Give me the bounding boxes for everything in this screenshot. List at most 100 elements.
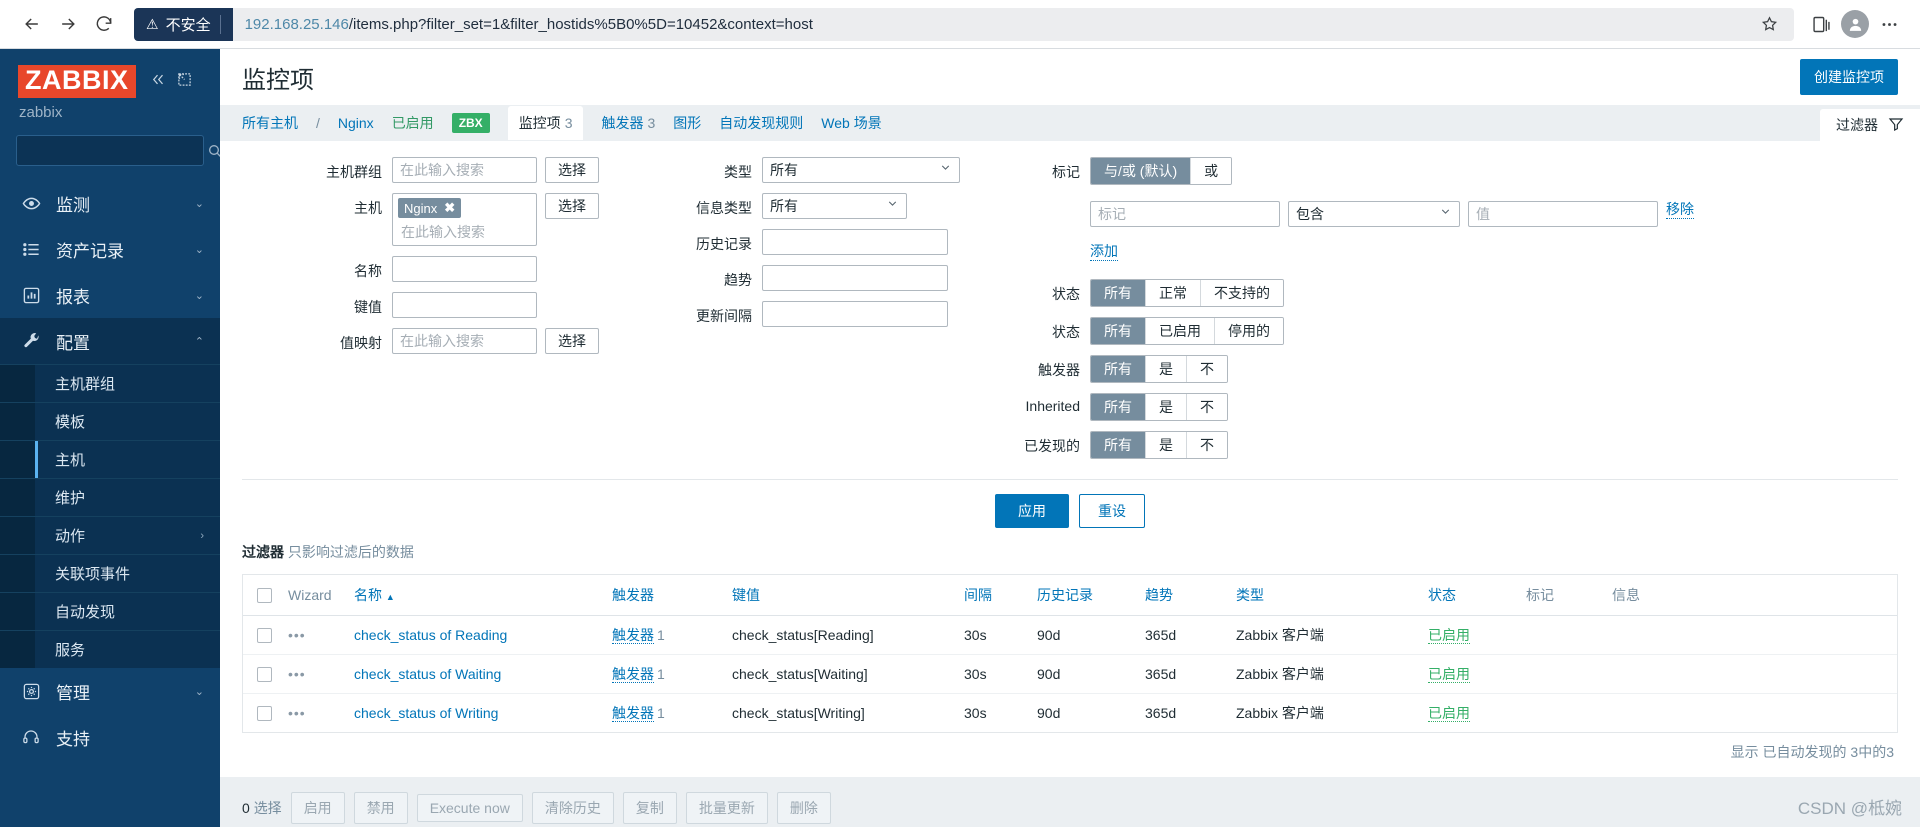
inherited-option-no[interactable]: 不 (1186, 393, 1227, 420)
tab-items[interactable]: 监控项 3 (507, 106, 584, 140)
disable-button[interactable]: 禁用 (353, 792, 408, 824)
host-status-enabled[interactable]: 已启用 (392, 113, 434, 133)
tag-value-input[interactable] (1468, 201, 1658, 227)
state-option-normal[interactable]: 正常 (1145, 279, 1200, 306)
filter-tab[interactable]: 过滤器 (1820, 109, 1920, 141)
sidebar-item-services[interactable]: 服务 (0, 630, 220, 668)
trends-input[interactable] (762, 265, 948, 291)
sidebar-item-discovery[interactable]: 自动发现 (0, 592, 220, 630)
close-icon[interactable]: ✖ (444, 200, 455, 216)
sidebar-item-templates[interactable]: 模板 (0, 402, 220, 440)
inherited-option-yes[interactable]: 是 (1145, 393, 1186, 420)
chevron-double-left-icon[interactable] (149, 72, 166, 92)
valuemap-input[interactable] (392, 328, 537, 354)
more-options-button[interactable] (1872, 7, 1906, 41)
zabbix-logo[interactable]: ZABBIX (18, 65, 136, 98)
header-history[interactable]: 历史记录 (1029, 574, 1137, 616)
forward-button[interactable] (50, 6, 86, 42)
sidebar-item-correlation[interactable]: 关联项事件 (0, 554, 220, 592)
item-triggers-link[interactable]: 触发器 (612, 704, 654, 722)
reset-button[interactable]: 重设 (1079, 493, 1145, 528)
clear-history-button[interactable]: 清除历史 (531, 792, 614, 824)
triggers-option-all[interactable]: 所有 (1091, 355, 1145, 382)
header-trends[interactable]: 趋势 (1137, 574, 1228, 616)
wizard-dots-button[interactable]: ••• (288, 705, 306, 721)
copy-button[interactable]: 复制 (622, 792, 677, 824)
header-interval[interactable]: 间隔 (956, 574, 1029, 616)
discovered-option-yes[interactable]: 是 (1145, 431, 1186, 458)
valuemap-select-button[interactable]: 选择 (545, 328, 599, 354)
sidebar-item-reports[interactable]: 报表 ⌄ (0, 272, 220, 318)
sidebar-item-inventory[interactable]: 资产记录 ⌄ (0, 226, 220, 272)
name-input[interactable] (392, 256, 537, 282)
item-name-link[interactable]: check_status of Waiting (354, 666, 501, 682)
expand-icon[interactable] (177, 72, 192, 92)
tag-add-link[interactable]: 添加 (1090, 243, 1118, 261)
tab-triggers[interactable]: 触发器 3 (601, 113, 655, 133)
bookmark-button[interactable] (1752, 8, 1786, 41)
update-interval-input[interactable] (762, 301, 948, 327)
tab-discovery-rules[interactable]: 自动发现规则 (719, 113, 803, 133)
host-groups-input[interactable] (392, 157, 537, 183)
address-bar[interactable]: ⚠ 不安全 192.168.25.146/items.php?filter_se… (134, 7, 1794, 41)
state-option-all[interactable]: 所有 (1091, 279, 1145, 306)
discovered-option-all[interactable]: 所有 (1091, 431, 1145, 458)
status-badge[interactable]: 已启用 (1428, 704, 1470, 722)
breadcrumb-host-name[interactable]: Nginx (338, 115, 374, 131)
type-select[interactable]: 所有 (762, 157, 960, 183)
enable-button[interactable]: 启用 (290, 792, 345, 824)
execute-now-button[interactable]: Execute now (416, 794, 523, 822)
info-type-select[interactable]: 所有 (762, 193, 907, 219)
status-badge[interactable]: 已启用 (1428, 626, 1470, 644)
sidebar-item-configuration[interactable]: 配置 ⌃ (0, 318, 220, 364)
sidebar-item-monitoring[interactable]: 监测 ⌄ (0, 180, 220, 226)
create-item-button[interactable]: 创建监控项 (1800, 59, 1898, 95)
hosts-select-button[interactable]: 选择 (545, 193, 599, 219)
tag-operator-select[interactable]: 包含 (1288, 201, 1460, 227)
tag-evaltype-andor[interactable]: 与/或 (默认) (1091, 158, 1191, 184)
state-option-unsupported[interactable]: 不支持的 (1200, 279, 1283, 306)
item-triggers-link[interactable]: 触发器 (612, 626, 654, 644)
header-key[interactable]: 键值 (724, 574, 956, 616)
delete-button[interactable]: 删除 (776, 792, 831, 824)
key-input[interactable] (392, 292, 537, 318)
item-triggers-link[interactable]: 触发器 (612, 665, 654, 683)
security-indicator[interactable]: ⚠ 不安全 (134, 7, 233, 41)
wizard-dots-button[interactable]: ••• (288, 627, 306, 643)
sidebar-item-support[interactable]: 支持 (0, 714, 220, 760)
sidebar-item-actions[interactable]: 动作 › (0, 516, 220, 554)
status-option-enabled[interactable]: 已启用 (1145, 317, 1214, 344)
profile-button[interactable] (1838, 7, 1872, 41)
history-input[interactable] (762, 229, 948, 255)
hosts-multiselect[interactable]: Nginx ✖ 在此输入搜索 (392, 193, 537, 246)
tab-web-scenarios[interactable]: Web 场景 (821, 113, 881, 133)
sidebar-item-hosts[interactable]: 主机 (0, 440, 220, 478)
header-name[interactable]: 名称 ▲ (346, 574, 604, 616)
row-checkbox[interactable] (257, 706, 272, 722)
triggers-option-no[interactable]: 不 (1186, 355, 1227, 382)
host-chip-nginx[interactable]: Nginx ✖ (398, 198, 462, 218)
discovered-option-no[interactable]: 不 (1186, 431, 1227, 458)
tag-remove-link[interactable]: 移除 (1666, 201, 1694, 219)
reload-button[interactable] (86, 6, 122, 42)
tag-evaltype-or[interactable]: 或 (1190, 158, 1232, 184)
inherited-option-all[interactable]: 所有 (1091, 393, 1145, 420)
wizard-dots-button[interactable]: ••• (288, 666, 306, 682)
mass-update-button[interactable]: 批量更新 (685, 792, 768, 824)
sidebar-item-administration[interactable]: 管理 ⌄ (0, 668, 220, 714)
select-all-checkbox[interactable] (257, 588, 272, 604)
back-button[interactable] (14, 6, 50, 42)
search-input[interactable] (26, 142, 207, 159)
row-checkbox[interactable] (257, 667, 272, 683)
header-type[interactable]: 类型 (1228, 574, 1420, 616)
item-name-link[interactable]: check_status of Writing (354, 705, 498, 721)
zbx-badge[interactable]: ZBX (451, 113, 490, 133)
status-option-all[interactable]: 所有 (1091, 317, 1145, 344)
header-status[interactable]: 状态 (1420, 574, 1518, 616)
apply-button[interactable]: 应用 (995, 493, 1069, 528)
host-groups-select-button[interactable]: 选择 (545, 157, 599, 183)
sidebar-item-maintenance[interactable]: 维护 (0, 478, 220, 516)
status-badge[interactable]: 已启用 (1428, 665, 1470, 683)
tab-graphs[interactable]: 图形 (673, 113, 701, 133)
item-name-link[interactable]: check_status of Reading (354, 627, 507, 643)
